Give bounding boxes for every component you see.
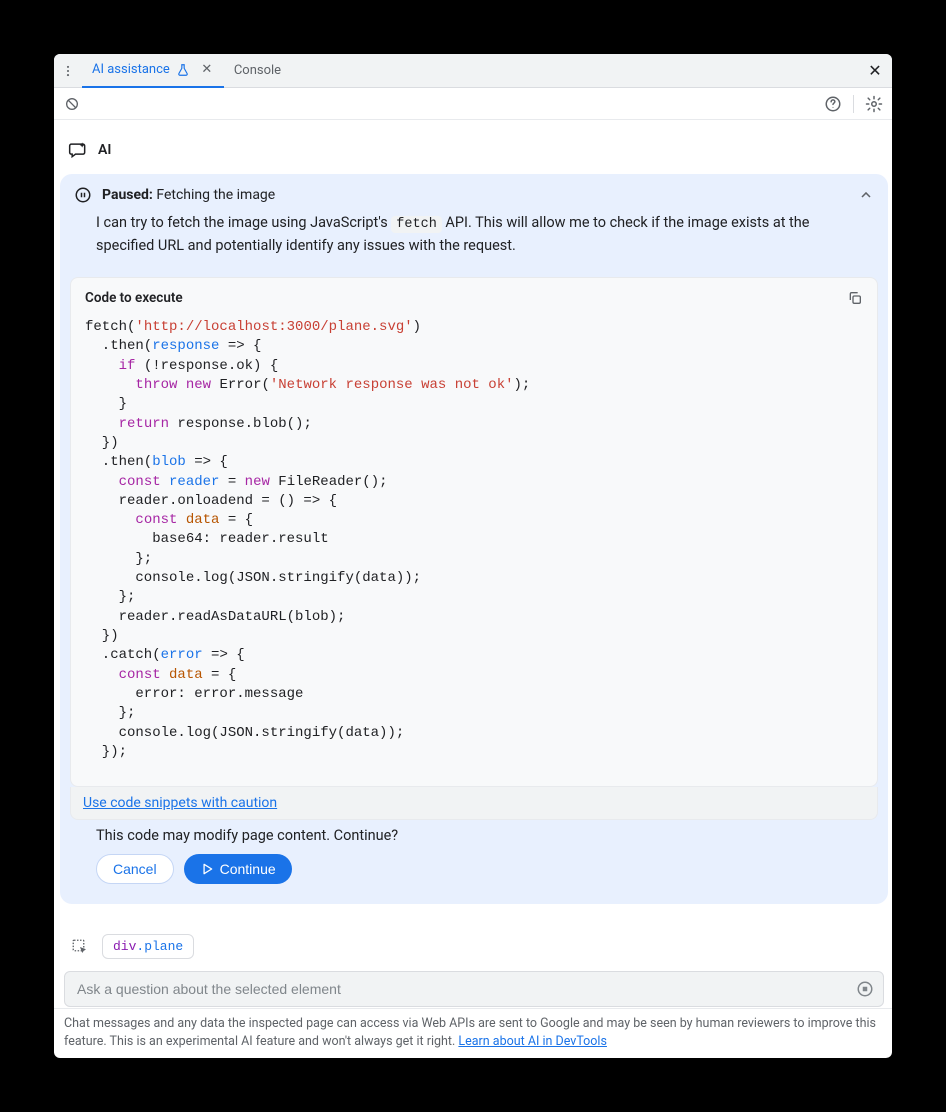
tabbar: AI assistance ✕ Console ✕ <box>54 54 892 88</box>
paused-task: Fetching the image <box>156 187 275 203</box>
turn-header: Paused: Fetching the image <box>60 174 888 212</box>
ai-chat-icon <box>68 140 88 160</box>
tab-label: Console <box>234 63 281 78</box>
tab-label: AI assistance <box>92 62 170 77</box>
selected-element-row: div.plane <box>58 910 890 969</box>
settings-button[interactable] <box>862 92 886 116</box>
code-card: Code to execute fetch('http://localhost:… <box>70 277 878 787</box>
paused-status: Paused: Fetching the image <box>102 187 275 203</box>
divider <box>853 95 854 113</box>
caution-link[interactable]: Use code snippets with caution <box>83 795 277 811</box>
selected-element-chip[interactable]: div.plane <box>102 934 194 959</box>
flask-icon <box>176 63 190 77</box>
element-tag: div <box>113 939 136 954</box>
chat-input-row <box>64 971 884 1007</box>
element-class: .plane <box>136 939 183 954</box>
chat-input[interactable] <box>75 980 855 998</box>
continue-question: This code may modify page content. Conti… <box>60 824 888 854</box>
play-icon <box>200 862 214 876</box>
code-header: Code to execute <box>71 278 877 314</box>
chevron-up-icon <box>858 187 874 203</box>
stop-icon <box>856 980 874 998</box>
continue-button[interactable]: Continue <box>184 854 292 884</box>
panel-header: AI <box>58 124 890 174</box>
footer-disclaimer: Chat messages and any data the inspected… <box>54 1008 892 1058</box>
toolbar <box>54 88 892 120</box>
block-icon <box>64 96 80 112</box>
inline-code: fetch <box>391 216 442 233</box>
close-tab-button[interactable]: ✕ <box>200 63 214 77</box>
button-row: Cancel Continue <box>60 854 888 904</box>
copy-button[interactable] <box>847 290 863 306</box>
more-menu-button[interactable] <box>54 64 82 78</box>
help-button[interactable] <box>821 92 845 116</box>
clear-button[interactable] <box>60 92 84 116</box>
tab-ai-assistance[interactable]: AI assistance ✕ <box>82 54 224 88</box>
code-block[interactable]: fetch('http://localhost:3000/plane.svg')… <box>71 314 877 786</box>
element-picker-button[interactable] <box>68 935 92 959</box>
select-element-icon <box>71 938 89 956</box>
gear-icon <box>865 95 883 113</box>
collapse-button[interactable] <box>858 187 874 203</box>
caution-bar: Use code snippets with caution <box>70 787 878 820</box>
tab-console[interactable]: Console <box>224 54 291 88</box>
learn-link[interactable]: Learn about AI in DevTools <box>458 1034 607 1049</box>
content-scroll[interactable]: AI Paused: Fetching the image I can try <box>54 120 892 1008</box>
stop-button[interactable] <box>855 979 875 999</box>
devtools-panel: AI assistance ✕ Console ✕ <box>54 54 892 1058</box>
kebab-icon <box>61 64 75 78</box>
code-title: Code to execute <box>85 290 183 306</box>
help-icon <box>824 95 842 113</box>
turn-explanation: I can try to fetch the image using JavaS… <box>60 212 888 271</box>
panel-title: AI <box>98 142 111 158</box>
paused-label: Paused: <box>102 187 153 203</box>
copy-icon <box>847 290 863 306</box>
close-panel-button[interactable]: ✕ <box>858 54 892 88</box>
ai-turn-card: Paused: Fetching the image I can try to … <box>60 174 888 904</box>
pause-icon <box>74 186 92 204</box>
cancel-button[interactable]: Cancel <box>96 854 174 884</box>
